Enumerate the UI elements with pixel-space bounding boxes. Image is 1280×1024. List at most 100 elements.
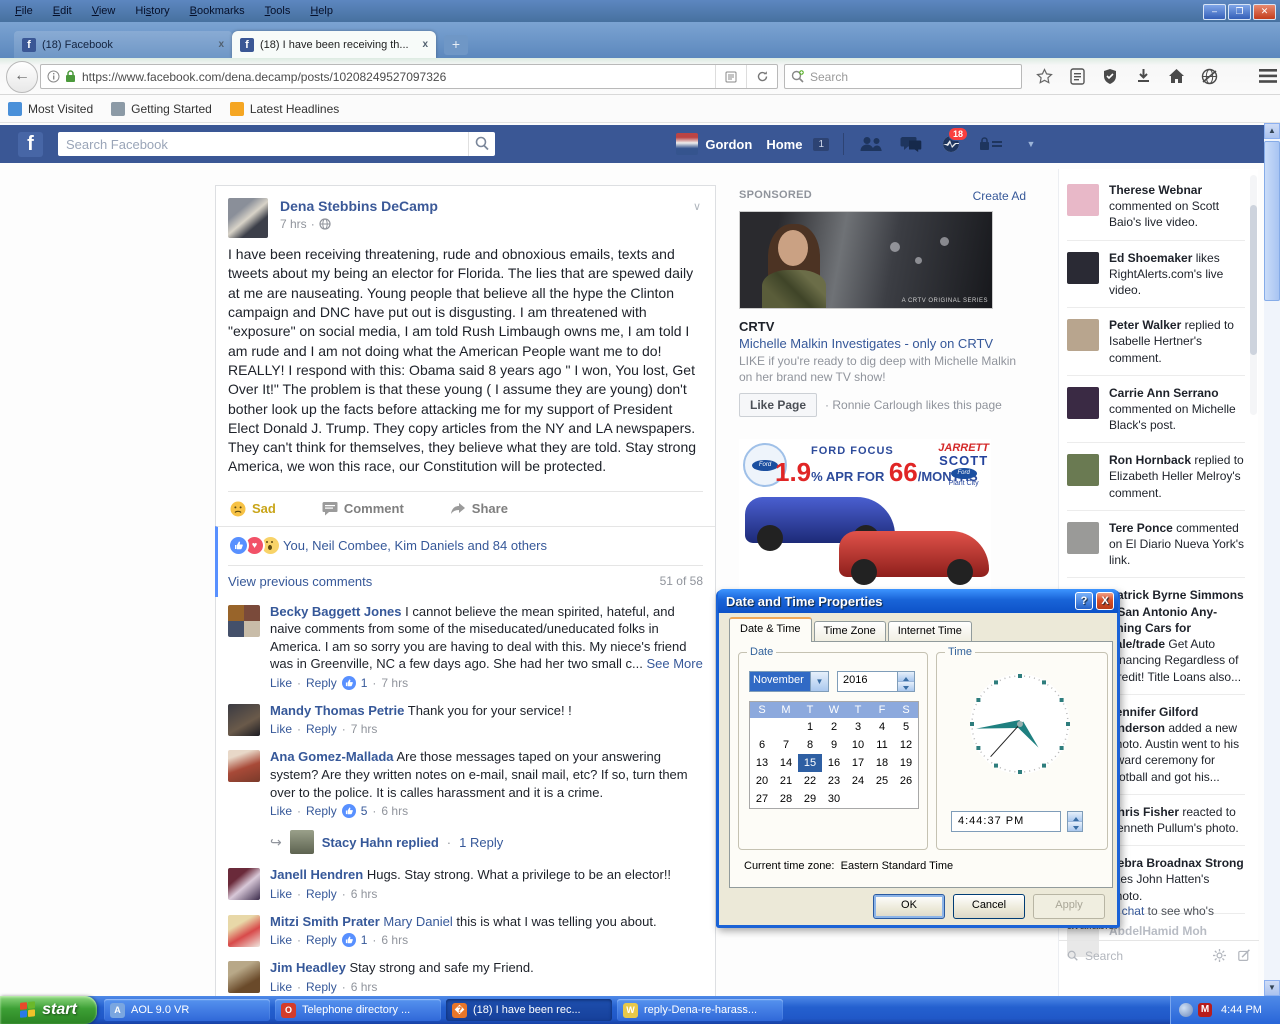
reading-list-icon[interactable] — [1065, 64, 1089, 88]
minimize-button[interactable]: – — [1203, 4, 1226, 20]
time-field[interactable]: 4:44:37 PM — [951, 811, 1061, 832]
calendar-day-22[interactable]: 22 — [798, 772, 822, 790]
year-spinner[interactable]: 2016 — [837, 671, 915, 692]
reply-count-link[interactable]: 1 Reply — [459, 835, 503, 850]
tab-time-zone[interactable]: Time Zone — [814, 621, 886, 642]
commenter-avatar[interactable] — [228, 750, 260, 782]
ticker-item[interactable]: Peter Walker replied to Isabelle Hertner… — [1067, 308, 1245, 376]
comment-time[interactable]: 6 hrs — [381, 933, 408, 947]
calendar-day-6[interactable]: 6 — [750, 736, 774, 754]
start-button[interactable]: start — [0, 996, 97, 1024]
hamburger-menu-icon[interactable] — [1256, 64, 1280, 88]
bookmark-latest-headlines[interactable]: Latest Headlines — [230, 102, 339, 116]
sad-reaction-button[interactable]: Sad — [230, 501, 276, 517]
browser-scrollbar[interactable]: ▲ ▼ — [1264, 123, 1280, 996]
taskbar-task-1[interactable]: OTelephone directory ... — [275, 999, 441, 1021]
tab-post[interactable]: f (18) I have been receiving th... x — [232, 31, 436, 58]
calendar-day-19[interactable]: 19 — [894, 754, 918, 772]
comment-button[interactable]: Comment — [322, 501, 404, 517]
cancel-button[interactable]: Cancel — [953, 894, 1025, 919]
share-button[interactable]: Share — [450, 501, 508, 517]
ford-ad-image[interactable]: Ford FORD FOCUS 1.9% APR FOR 66/MONTHS J… — [739, 439, 991, 589]
reply-author[interactable]: Stacy Hahn replied — [322, 835, 439, 850]
calendar-day-28[interactable]: 28 — [774, 790, 798, 808]
calendar[interactable]: SMTWTFS 12345678910111213141516171819202… — [749, 701, 919, 809]
compose-icon[interactable] — [1238, 949, 1251, 962]
commenter-avatar[interactable] — [228, 868, 260, 900]
like-link[interactable]: Like — [270, 933, 292, 947]
scroll-up-icon[interactable]: ▲ — [1264, 123, 1280, 139]
facebook-logo[interactable]: f — [18, 132, 43, 157]
bookmark-star-icon[interactable] — [1032, 64, 1056, 88]
calendar-day-16[interactable]: 16 — [822, 754, 846, 772]
calendar-day-14[interactable]: 14 — [774, 754, 798, 772]
comment-time[interactable]: 7 hrs — [381, 676, 408, 690]
calendar-day-17[interactable]: 17 — [846, 754, 870, 772]
menu-help[interactable]: Help — [301, 3, 342, 19]
month-select[interactable]: November ▼ — [749, 671, 829, 692]
account-menu-caret-icon[interactable]: ▼ — [1018, 134, 1044, 154]
comment-time[interactable]: 6 hrs — [351, 980, 378, 994]
commenter-avatar[interactable] — [228, 605, 260, 637]
like-link[interactable]: Like — [270, 722, 292, 736]
ticker-item[interactable]: Ron Hornback replied to Elizabeth Heller… — [1067, 443, 1245, 511]
calendar-day-2[interactable]: 2 — [822, 718, 846, 736]
tab-date-time[interactable]: Date & Time — [729, 617, 812, 642]
commenter-avatar[interactable] — [228, 961, 260, 993]
calendar-day-24[interactable]: 24 — [846, 772, 870, 790]
calendar-day-11[interactable]: 11 — [870, 736, 894, 754]
ticker-search-bar[interactable]: Search — [1059, 940, 1259, 970]
volume-tray-icon[interactable] — [1179, 1003, 1193, 1017]
calendar-day-27[interactable]: 27 — [750, 790, 774, 808]
like-link[interactable]: Like — [270, 804, 292, 818]
ticker-item[interactable]: Tere Ponce commented on El Diario Nueva … — [1067, 511, 1245, 579]
calendar-day-23[interactable]: 23 — [822, 772, 846, 790]
like-link[interactable]: Like — [270, 980, 292, 994]
time-up-icon[interactable] — [1068, 812, 1082, 822]
calendar-day-20[interactable]: 20 — [750, 772, 774, 790]
month-dropdown-icon[interactable]: ▼ — [810, 672, 828, 691]
commenter-name[interactable]: Mandy Thomas Petrie — [270, 703, 404, 718]
ticker-item[interactable]: Therese Webnar commented on Scott Baio's… — [1067, 173, 1245, 241]
calendar-day-12[interactable]: 12 — [894, 736, 918, 754]
calendar-day-18[interactable]: 18 — [870, 754, 894, 772]
taskbar-task-3[interactable]: Wreply-Dena-re-harass... — [617, 999, 783, 1021]
browser-search-field[interactable]: Search — [784, 64, 1022, 89]
comment-reply-thread[interactable]: ↪ Stacy Hahn replied · 1 Reply — [270, 824, 703, 860]
messages-icon[interactable] — [898, 134, 924, 154]
reply-link[interactable]: Reply — [306, 980, 337, 994]
calendar-day-5[interactable]: 5 — [894, 718, 918, 736]
scrollbar-thumb[interactable] — [1264, 141, 1280, 301]
ok-button[interactable]: OK — [873, 894, 945, 919]
home-link[interactable]: Home 1 — [766, 137, 829, 152]
menu-edit[interactable]: Edit — [44, 3, 81, 19]
dialog-title-bar[interactable]: Date and Time Properties ? X — [718, 589, 1118, 613]
taskbar-task-0[interactable]: AAOL 9.0 VR — [104, 999, 270, 1021]
notifications-icon[interactable]: 18 — [938, 134, 964, 154]
bookmark-getting-started[interactable]: Getting Started — [111, 102, 212, 116]
like-link[interactable]: Like — [270, 676, 292, 690]
ad-brand[interactable]: CRTV — [739, 319, 1026, 334]
calendar-day-30[interactable]: 30 — [822, 790, 846, 808]
search-icon[interactable] — [468, 132, 495, 156]
see-more-link[interactable]: See More — [646, 656, 702, 671]
commenter-name[interactable]: Janell Hendren — [270, 867, 363, 882]
reply-link[interactable]: Reply — [306, 676, 337, 690]
commenter-name[interactable]: Becky Baggett Jones — [270, 604, 402, 619]
calendar-day-4[interactable]: 4 — [870, 718, 894, 736]
crtv-ad-image[interactable]: A CRTV ORIGINAL SERIES — [739, 211, 993, 309]
calendar-day-7[interactable]: 7 — [774, 736, 798, 754]
calendar-day-3[interactable]: 3 — [846, 718, 870, 736]
commenter-avatar[interactable] — [228, 915, 260, 947]
post-author-name[interactable]: Dena Stebbins DeCamp — [280, 198, 703, 214]
new-tab-button[interactable]: + — [444, 35, 468, 55]
time-spinner[interactable] — [1067, 811, 1083, 832]
menu-view[interactable]: View — [83, 3, 125, 19]
calendar-day-1[interactable]: 1 — [798, 718, 822, 736]
commenter-name[interactable]: Mitzi Smith Prater — [270, 914, 380, 929]
facebook-search-input[interactable]: Search Facebook — [58, 132, 495, 156]
reply-link[interactable]: Reply — [306, 887, 337, 901]
calendar-day-13[interactable]: 13 — [750, 754, 774, 772]
friend-requests-icon[interactable] — [858, 134, 884, 154]
ticker-item[interactable]: Carrie Ann Serrano commented on Michelle… — [1067, 376, 1245, 444]
